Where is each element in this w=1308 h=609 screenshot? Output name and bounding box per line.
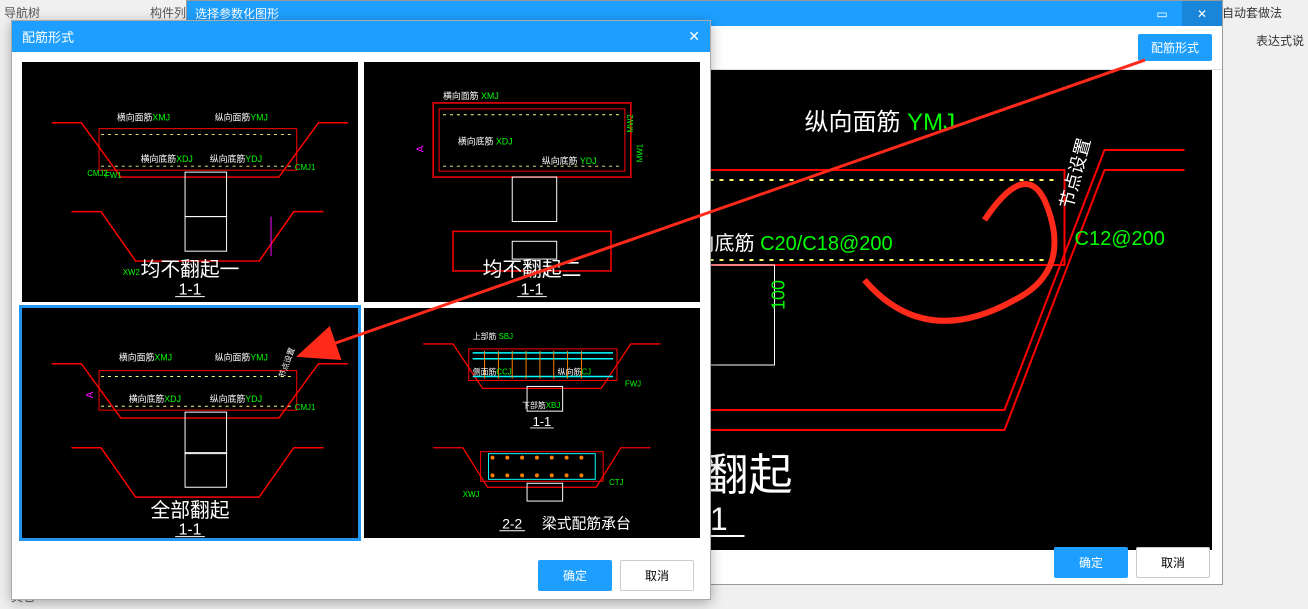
modal-titlebar: 配筋形式 ✕ <box>12 21 710 52</box>
svg-text:梁式配筋承台: 梁式配筋承台 <box>542 516 631 533</box>
modal-close-button[interactable]: ✕ <box>688 28 700 45</box>
svg-text:MW2: MW2 <box>626 114 635 132</box>
svg-text:横向面筋XMJ: 横向面筋XMJ <box>117 112 170 123</box>
svg-text:横向面筋XMJ: 横向面筋XMJ <box>119 352 172 363</box>
svg-text:1-1: 1-1 <box>179 282 202 299</box>
svg-text:下部筋XBJ: 下部筋XBJ <box>522 400 560 410</box>
svg-text:1-1: 1-1 <box>533 414 552 429</box>
minimize-button[interactable]: ▭ <box>1142 1 1182 26</box>
svg-text:XW2: XW2 <box>123 268 140 277</box>
svg-text:上部筋 SBJ: 上部筋 SBJ <box>473 331 513 341</box>
svg-text:节点设置: 节点设置 <box>276 346 296 379</box>
expression-label[interactable]: 表达式说 <box>1256 32 1304 49</box>
svg-text:侧面筋CCJ: 侧面筋CCJ <box>473 367 512 377</box>
thumb-no-turnup-2[interactable]: 横向面筋 XMJ 横向底筋 XDJ 纵向底筋 YDJ MW2 MW1 A 均不翻… <box>364 62 700 302</box>
rebar-form-dialog: 配筋形式 ✕ 横向面筋XMJ 纵向面筋YMJ 横向底筋XDJ 纵向底筋YDJ C… <box>11 20 711 600</box>
svg-text:XWJ: XWJ <box>463 490 480 499</box>
nav-tree-label: 导航树 <box>4 4 40 21</box>
thumb-beam-rebar-cap[interactable]: 上部筋 SBJ 侧面筋CCJ 纵向筋CJ 下部筋XBJ FWJ 1-1 XWJ … <box>364 308 700 538</box>
svg-text:1-1: 1-1 <box>179 522 202 538</box>
svg-text:FW1: FW1 <box>105 171 122 180</box>
svg-text:横向底筋 XDJ: 横向底筋 XDJ <box>458 135 513 146</box>
svg-text:CMJ1: CMJ1 <box>295 163 316 172</box>
svg-text:纵向面筋 YMJ: 纵向面筋 YMJ <box>805 109 956 136</box>
modal-title-text: 配筋形式 <box>22 27 74 46</box>
rebar-form-button[interactable]: 配筋形式 <box>1138 34 1212 61</box>
svg-text:1-1: 1-1 <box>521 282 544 299</box>
svg-text:纵向底筋YDJ: 纵向底筋YDJ <box>210 153 262 164</box>
svg-text:A: A <box>415 145 426 152</box>
svg-text:纵向面筋YMJ: 纵向面筋YMJ <box>215 352 268 363</box>
svg-text:横向底筋XDJ: 横向底筋XDJ <box>141 153 193 164</box>
thumb-all-turnup[interactable]: 横向面筋XMJ 纵向面筋YMJ 横向底筋XDJ 纵向底筋YDJ CMJ1 节点设… <box>22 308 358 538</box>
svg-text:A: A <box>85 391 96 398</box>
modal-ok-button[interactable]: 确定 <box>538 560 612 591</box>
svg-text:纵向筋CJ: 纵向筋CJ <box>558 367 591 377</box>
svg-text:100: 100 <box>769 280 789 310</box>
svg-text:纵向底筋YDJ: 纵向底筋YDJ <box>210 393 262 404</box>
svg-text:MW1: MW1 <box>636 144 645 162</box>
component-label: 构件列 <box>150 4 186 21</box>
thumb-no-turnup-1[interactable]: 横向面筋XMJ 纵向面筋YMJ 横向底筋XDJ 纵向底筋YDJ CMJ1 CMJ… <box>22 62 358 302</box>
svg-text:均不翻起一: 均不翻起一 <box>141 259 240 281</box>
svg-text:横向面筋 XMJ: 横向面筋 XMJ <box>443 90 499 101</box>
svg-text:全部翻起: 全部翻起 <box>150 500 229 522</box>
back-ok-button[interactable]: 确定 <box>1054 547 1128 578</box>
svg-text:2-2: 2-2 <box>502 516 522 532</box>
svg-text:节点设置: 节点设置 <box>1056 136 1094 211</box>
svg-text:纵向底筋 YDJ: 纵向底筋 YDJ <box>542 155 597 166</box>
thumbnail-grid: 横向面筋XMJ 纵向面筋YMJ 横向底筋XDJ 纵向底筋YDJ CMJ1 CMJ… <box>12 52 710 548</box>
svg-text:均不翻起二: 均不翻起二 <box>483 259 582 281</box>
svg-text:横向底筋XDJ: 横向底筋XDJ <box>129 393 181 404</box>
close-button[interactable]: ✕ <box>1182 1 1222 26</box>
svg-text:纵向面筋YMJ: 纵向面筋YMJ <box>215 112 268 123</box>
svg-text:C12@200: C12@200 <box>1075 228 1165 250</box>
modal-cancel-button[interactable]: 取消 <box>620 560 694 591</box>
back-cancel-button[interactable]: 取消 <box>1136 547 1210 578</box>
svg-text:FWJ: FWJ <box>625 379 641 388</box>
svg-text:CTJ: CTJ <box>609 478 624 487</box>
svg-text:CMJ1: CMJ1 <box>295 403 316 412</box>
auto-apply-label[interactable]: 自动套做法 <box>1222 4 1282 21</box>
